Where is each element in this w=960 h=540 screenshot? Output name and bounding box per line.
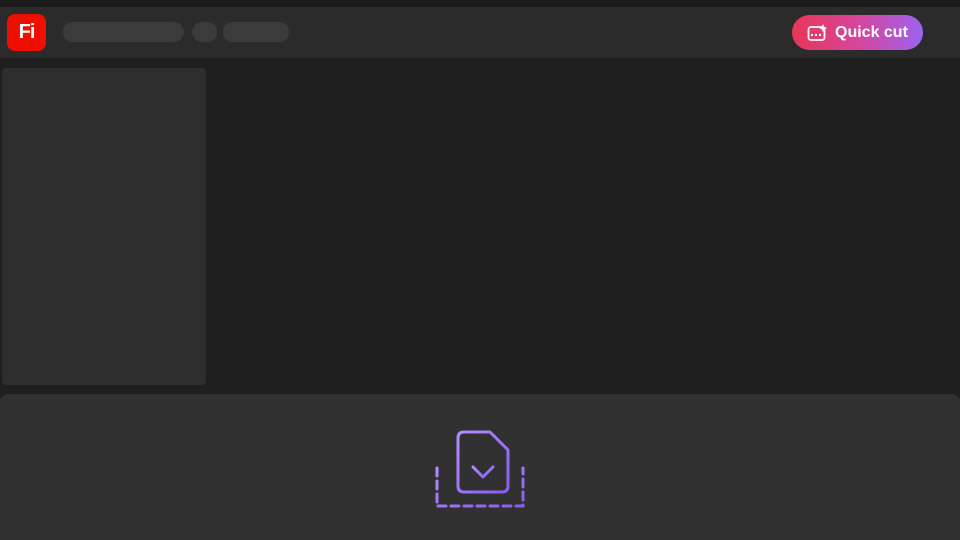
preview-area (210, 62, 960, 390)
loading-placeholder-title (63, 22, 184, 42)
app-logo[interactable]: Fi (7, 14, 46, 51)
app-window: Fi Quick cut (0, 0, 960, 540)
top-bar: Fi Quick cut (0, 0, 960, 58)
loading-placeholder-menu (223, 22, 289, 42)
left-panel-placeholder (2, 68, 206, 385)
loading-placeholder-icon (192, 22, 217, 42)
import-file-icon[interactable] (434, 430, 526, 510)
quick-cut-icon (807, 23, 827, 41)
quick-cut-label: Quick cut (835, 23, 908, 41)
quick-cut-button[interactable]: Quick cut (792, 15, 923, 50)
